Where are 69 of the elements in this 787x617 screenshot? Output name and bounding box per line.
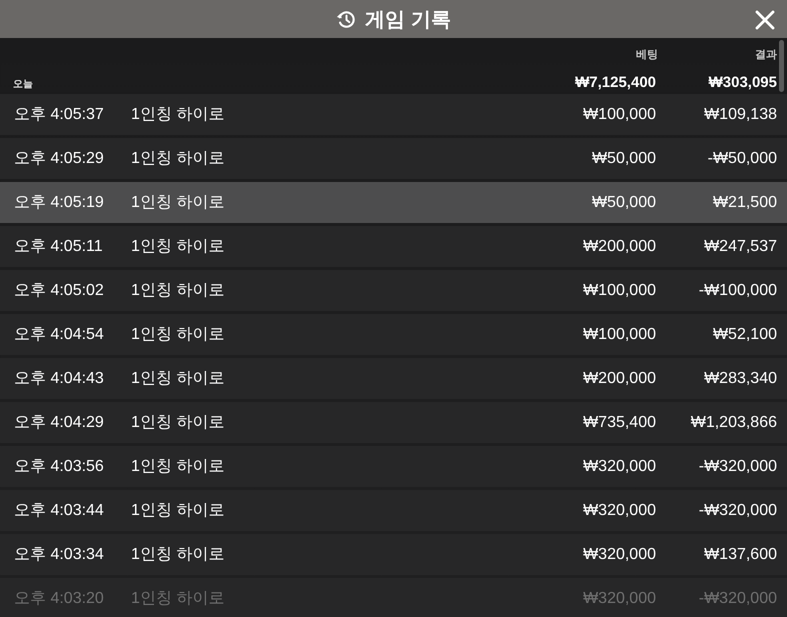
game-cell-text: 1인칭 하이로 xyxy=(131,501,226,521)
time-cell-text: 오후 4:03:34 xyxy=(14,545,105,565)
game-cell-text: 1인칭 하이로 xyxy=(131,369,226,389)
game-cell-text: 1인칭 하이로 xyxy=(131,281,226,301)
result-cell-text: ₩21,500 xyxy=(712,194,777,212)
result-cell-text: ₩1,203,866 xyxy=(690,414,777,432)
bet-cell-text: ₩50,000 xyxy=(590,194,656,212)
table-row[interactable]: 오후 4:05:02 1인칭 하이로 ₩100,000 -₩100,000 xyxy=(0,270,787,311)
result-cell-text: ₩52,100 xyxy=(712,326,777,344)
bet-cell-text: ₩320,000 xyxy=(582,458,656,476)
bet-cell-text: ₩320,000 xyxy=(582,546,656,564)
result-cell-text: ₩137,600 xyxy=(703,546,777,564)
table-row[interactable]: 오후 4:05:19 1인칭 하이로 ₩50,000 ₩21,500 xyxy=(0,182,787,223)
bet-cell-text: ₩100,000 xyxy=(582,282,656,300)
table-row[interactable]: 오후 4:04:54 1인칭 하이로 ₩100,000 ₩52,100 xyxy=(0,314,787,355)
bet-cell-text: ₩320,000 xyxy=(582,590,656,608)
close-button[interactable] xyxy=(753,8,777,32)
result-total: ₩303,095 xyxy=(708,74,777,90)
time-cell-text: 오후 4:05:11 xyxy=(14,237,104,257)
column-header: 베팅 xyxy=(636,48,658,62)
game-cell-text: 1인칭 하이로 xyxy=(131,193,226,213)
time-cell-text: 오후 4:03:56 xyxy=(14,457,105,477)
game-cell-text: 1인칭 하이로 xyxy=(131,457,226,477)
time-cell-text: 오후 4:05:37 xyxy=(14,105,105,125)
game-cell-text: 1인칭 하이로 xyxy=(131,325,226,345)
time-cell-text: 오후 4:05:02 xyxy=(14,281,105,301)
time-cell-text: 오후 4:04:54 xyxy=(14,325,105,345)
game-cell-text: 1인칭 하이로 xyxy=(131,413,226,433)
bet-cell-text: ₩320,000 xyxy=(582,502,656,520)
result-cell-text: ₩283,340 xyxy=(703,370,777,388)
result-cell-text: -₩50,000 xyxy=(706,150,777,168)
time-cell-text: 오후 4:05:19 xyxy=(14,193,105,213)
table-row[interactable]: 오후 4:05:29 1인칭 하이로 ₩50,000 -₩50,000 xyxy=(0,138,787,179)
time-cell-text: 오후 4:04:29 xyxy=(14,413,105,433)
history-icon xyxy=(336,8,358,30)
table-row[interactable]: 오후 4:05:37 1인칭 하이로 ₩100,000 ₩109,138 xyxy=(0,94,787,135)
bet-cell-text: ₩200,000 xyxy=(582,370,656,388)
result-cell-text: ₩247,537 xyxy=(703,238,777,256)
day-label: 오늘 xyxy=(13,78,34,90)
column-header: 결과 xyxy=(755,48,777,62)
bet-cell-text: ₩50,000 xyxy=(590,150,656,168)
bet-total: ₩7,125,400 xyxy=(574,74,656,90)
table-row[interactable]: 오후 4:05:11 1인칭 하이로 ₩200,000 ₩247,537 xyxy=(0,226,787,267)
result-cell-text: ₩109,138 xyxy=(703,106,777,124)
table-row[interactable]: 오후 4:03:34 1인칭 하이로 ₩320,000 ₩137,600 xyxy=(0,534,787,575)
game-cell-text: 1인칭 하이로 xyxy=(131,545,226,565)
time-cell-text: 오후 4:03:20 xyxy=(14,589,105,609)
game-cell-text: 1인칭 하이로 xyxy=(131,105,226,125)
result-cell-text: -₩320,000 xyxy=(698,590,777,608)
table-row[interactable]: 오후 4:03:44 1인칭 하이로 ₩320,000 -₩320,000 xyxy=(0,490,787,531)
game-cell-text: 1인칭 하이로 xyxy=(131,149,226,169)
table-row[interactable]: 오후 4:04:43 1인칭 하이로 ₩200,000 ₩283,340 xyxy=(0,358,787,399)
bet-cell-text: ₩200,000 xyxy=(582,238,656,256)
result-cell-text: -₩320,000 xyxy=(698,502,777,520)
time-cell-text: 오후 4:05:29 xyxy=(14,149,105,169)
bet-cell-text: ₩100,000 xyxy=(582,326,656,344)
time-cell-text: 오후 4:03:44 xyxy=(14,501,105,521)
bet-cell-text: ₩735,400 xyxy=(582,414,656,432)
window-title: 게임 기록 xyxy=(365,8,451,32)
table-row[interactable]: 오후 4:03:56 1인칭 하이로 ₩320,000 -₩320,000 xyxy=(0,446,787,487)
result-cell-text: -₩100,000 xyxy=(698,282,777,300)
scrollbar[interactable] xyxy=(779,40,784,92)
bet-cell-text: ₩100,000 xyxy=(582,106,656,124)
game-cell-text: 1인칭 하이로 xyxy=(131,589,226,609)
table-row[interactable]: 오후 4:04:29 1인칭 하이로 ₩735,400 ₩1,203,866 xyxy=(0,402,787,443)
close-icon xyxy=(755,10,775,30)
result-cell-text: -₩320,000 xyxy=(698,458,777,476)
time-cell-text: 오후 4:04:43 xyxy=(14,369,105,389)
game-cell-text: 1인칭 하이로 xyxy=(131,237,226,257)
